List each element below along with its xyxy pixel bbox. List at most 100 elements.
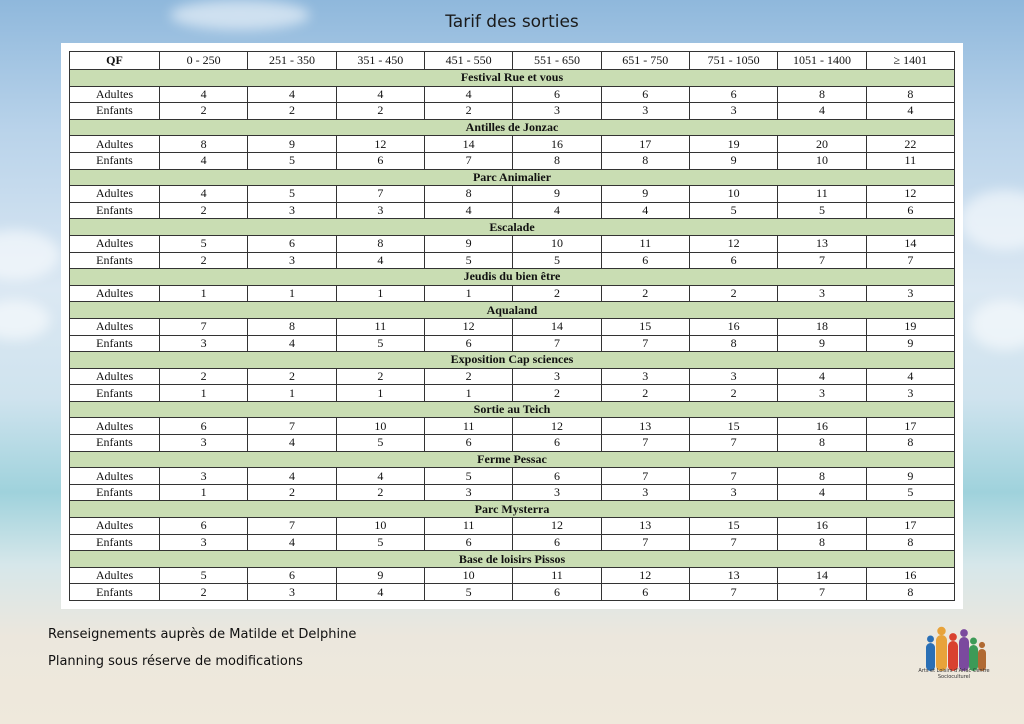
column-header-range: 451 - 550 [423, 51, 514, 70]
price-cell: 5 [865, 483, 956, 502]
price-cell: 6 [247, 566, 337, 585]
price-cell: 4 [335, 467, 425, 485]
price-cell: 4 [335, 583, 425, 601]
price-cell: 7 [335, 185, 425, 203]
price-cell: 16 [777, 417, 867, 436]
table-row: Adultes 6 7 10 11 12 13 15 16 17 [69, 517, 956, 535]
price-cell: 6 [600, 583, 690, 601]
row-label: Enfants [69, 384, 160, 402]
row-label: Adultes [69, 566, 160, 585]
row-label: Enfants [69, 434, 160, 452]
table-row: Adultes 8 9 12 14 16 17 19 20 22 [69, 135, 956, 153]
price-cell: 3 [600, 102, 690, 120]
price-cell: 2 [335, 483, 425, 502]
row-label: Enfants [69, 102, 160, 120]
row-label: Adultes [69, 234, 160, 253]
price-cell: 2 [247, 483, 337, 502]
column-header-range: 551 - 650 [512, 51, 602, 70]
price-cell: 6 [512, 583, 602, 601]
row-label: Adultes [69, 317, 160, 336]
table-row: Adultes 5 6 8 9 10 11 12 13 14 [69, 234, 956, 253]
price-cell: 20 [777, 135, 867, 153]
price-cell: 13 [777, 234, 867, 253]
price-cell: 6 [688, 251, 779, 270]
price-cell: 7 [600, 533, 690, 552]
activity-name: Parc Animalier [69, 168, 955, 187]
row-label: Enfants [69, 583, 160, 601]
section-row: Parc Mysterra [69, 500, 955, 519]
column-header-range: 1051 - 1400 [777, 51, 867, 70]
table-row: Enfants 2 3 4 5 5 6 6 7 7 [69, 251, 956, 270]
price-cell: 2 [688, 384, 779, 402]
price-cell: 2 [688, 284, 779, 303]
price-cell: 10 [335, 517, 425, 535]
price-cell: 4 [423, 201, 514, 220]
price-cell: 2 [158, 102, 249, 120]
price-cell: 6 [423, 434, 514, 452]
price-cell: 1 [247, 284, 337, 303]
price-cell: 2 [512, 384, 602, 402]
price-cell: 7 [777, 583, 867, 601]
logo-figure-body [936, 635, 947, 671]
column-header-range: 0 - 250 [158, 51, 249, 70]
price-cell: 8 [777, 434, 867, 452]
table-row: Enfants 1 2 2 3 3 3 3 4 5 [69, 483, 956, 502]
column-header-range: 251 - 350 [247, 51, 337, 70]
column-header-range: 651 - 750 [600, 51, 690, 70]
price-cell: 8 [158, 135, 249, 153]
price-cell: 7 [158, 317, 249, 336]
disclaimer-note: Planning sous réserve de modifications [48, 654, 303, 669]
section-row: Ferme Pessac [69, 450, 955, 469]
section-row: Escalade [69, 218, 955, 236]
price-cell: 2 [335, 102, 425, 120]
activity-name: Festival Rue et vous [69, 69, 955, 87]
price-cell: 2 [158, 201, 249, 220]
price-cell: 14 [865, 234, 956, 253]
price-cell: 19 [865, 317, 956, 336]
price-cell: 5 [158, 234, 249, 253]
price-cell: 7 [777, 251, 867, 270]
price-cell: 13 [600, 417, 690, 436]
price-cell: 6 [512, 533, 602, 552]
price-cell: 13 [600, 517, 690, 535]
tariff-table: QF 0 - 250 251 - 350 351 - 450 451 - 550 551 … [69, 51, 956, 601]
section-row: Parc Animalier [69, 168, 955, 187]
price-cell: 7 [600, 334, 690, 353]
table-row: Enfants 4 5 6 7 8 8 9 10 11 [69, 151, 956, 170]
column-header-qf: QF [69, 51, 160, 70]
price-cell: 8 [512, 151, 602, 170]
price-cell: 2 [158, 251, 249, 270]
price-cell: 8 [777, 85, 867, 104]
price-cell: 8 [335, 234, 425, 253]
price-cell: 4 [247, 434, 337, 452]
price-cell: 4 [335, 251, 425, 270]
price-cell: 6 [688, 85, 779, 104]
price-cell: 3 [865, 284, 956, 303]
table-row: Enfants 3 4 5 6 6 7 7 8 8 [69, 533, 956, 552]
price-cell: 11 [512, 566, 602, 585]
price-cell: 9 [600, 185, 690, 203]
price-cell: 12 [600, 566, 690, 585]
price-cell: 4 [865, 102, 956, 120]
activity-name: Antilles de Jonzac [69, 118, 955, 137]
activity-name: Exposition Cap sciences [69, 351, 955, 369]
logo-figure-body [959, 637, 969, 671]
price-cell: 7 [865, 251, 956, 270]
table-row: Enfants 2 3 3 4 4 4 5 5 6 [69, 201, 956, 220]
price-cell: 1 [158, 384, 249, 402]
row-label: Enfants [69, 201, 160, 220]
price-cell: 7 [600, 434, 690, 452]
price-cell: 1 [335, 384, 425, 402]
price-cell: 6 [423, 334, 514, 353]
price-cell: 8 [865, 583, 956, 601]
price-cell: 8 [777, 467, 867, 485]
price-cell: 9 [512, 185, 602, 203]
price-cell: 3 [688, 367, 779, 386]
price-cell: 3 [158, 334, 249, 353]
price-cell: 12 [335, 135, 425, 153]
price-cell: 11 [600, 234, 690, 253]
table-row: Adultes 2 2 2 2 3 3 3 4 4 [69, 367, 956, 386]
price-cell: 12 [512, 417, 602, 436]
price-cell: 18 [777, 317, 867, 336]
price-cell: 2 [335, 367, 425, 386]
